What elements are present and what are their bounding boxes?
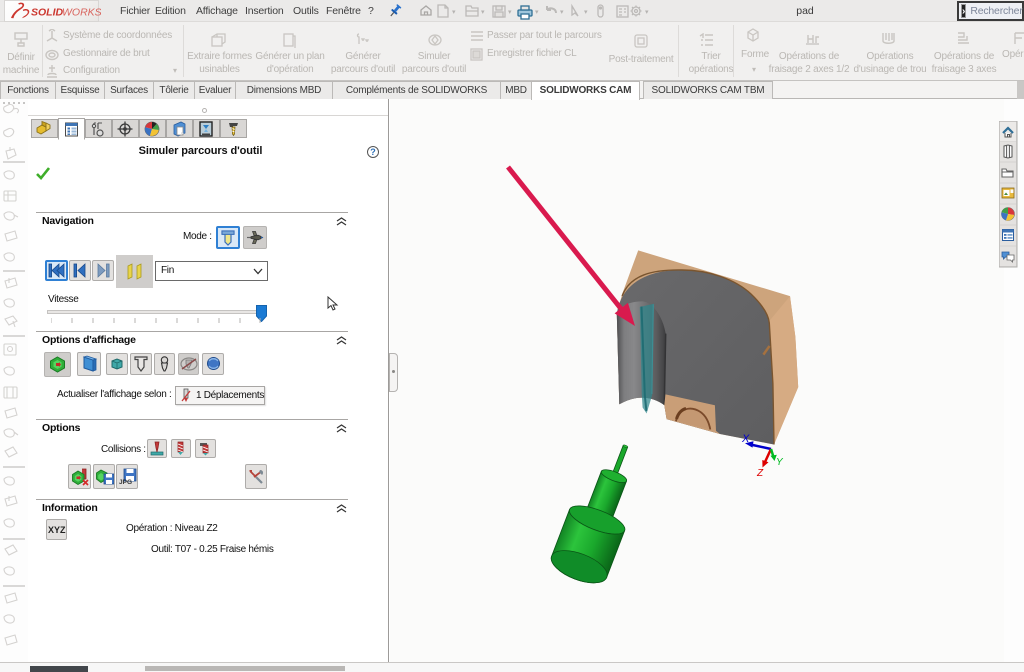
svg-text:▾: ▾ [535, 9, 539, 16]
svg-text:▾: ▾ [560, 9, 564, 16]
svg-text:▾: ▾ [508, 9, 512, 16]
svg-text:Z: Z [756, 468, 764, 479]
svg-text:JPG: JPG [119, 479, 132, 486]
svg-text:▾: ▾ [584, 9, 588, 16]
svg-text:▾: ▾ [481, 9, 485, 16]
svg-text:Y: Y [776, 457, 784, 468]
svg-text:WORKS: WORKS [62, 7, 101, 19]
svg-text:▾: ▾ [452, 9, 456, 16]
svg-text:▾: ▾ [645, 9, 649, 16]
svg-text:X: X [741, 433, 750, 445]
svg-text:SOLID: SOLID [31, 7, 64, 19]
